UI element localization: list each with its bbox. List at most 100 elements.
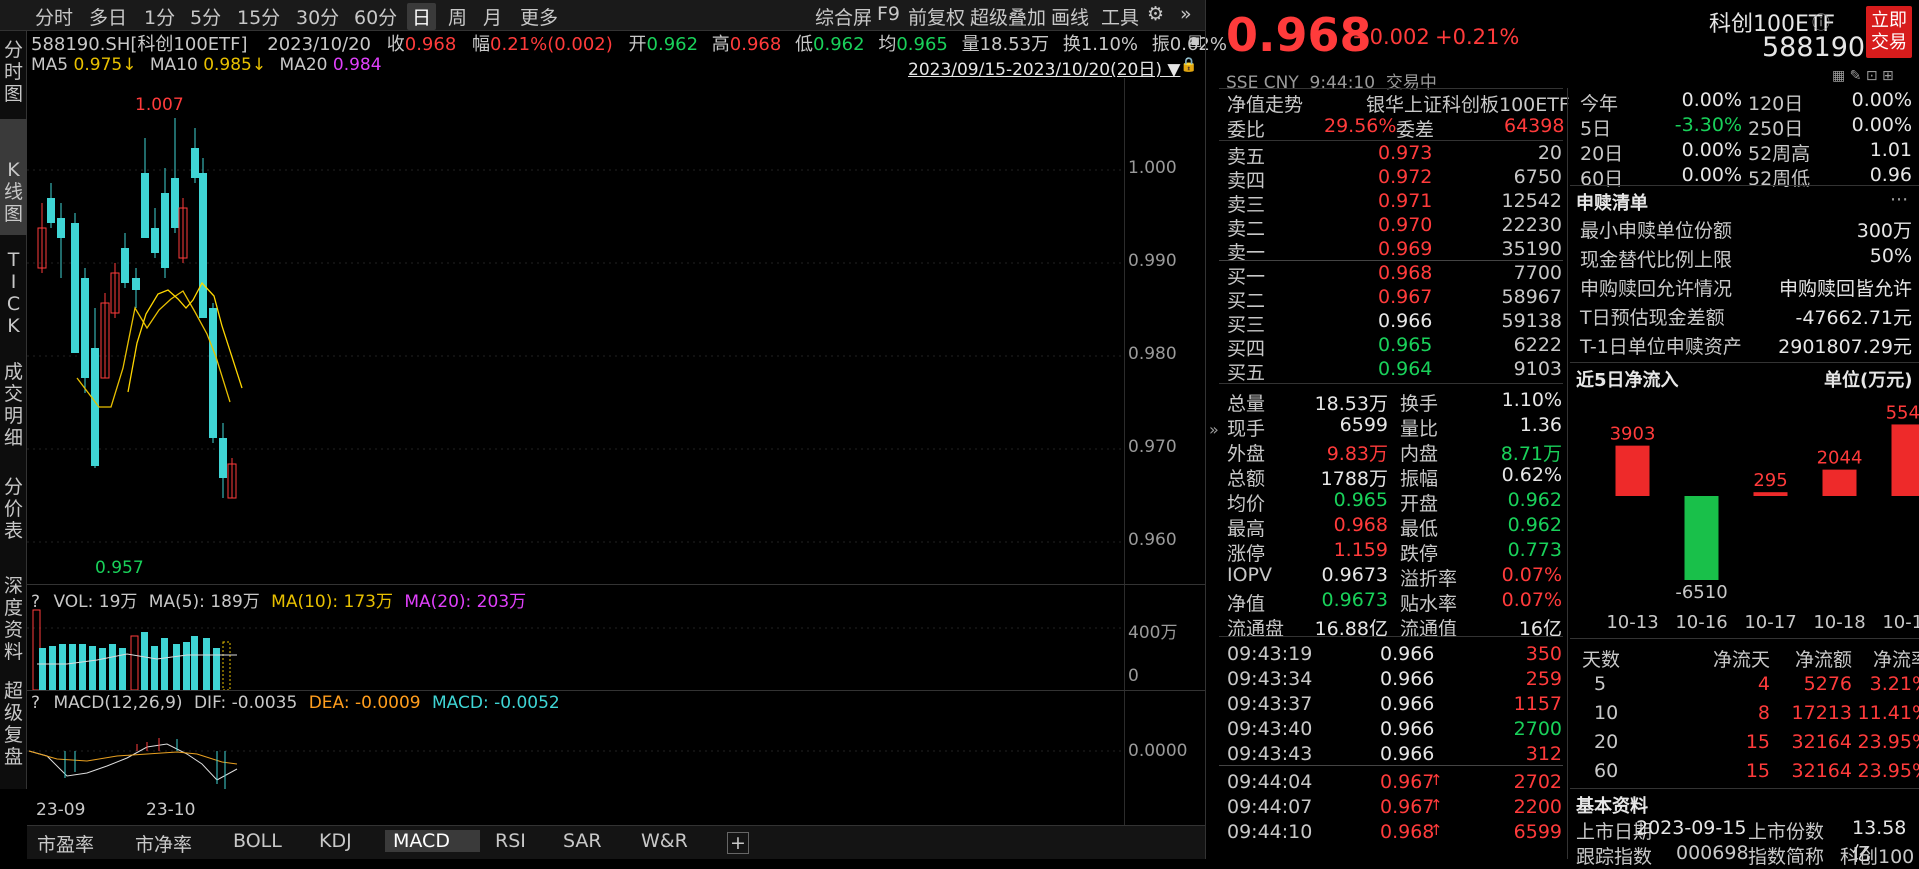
- index-short-label: 指数简称: [1748, 842, 1824, 869]
- perf-label: 今年: [1580, 89, 1618, 116]
- volume-bar: [213, 648, 220, 690]
- perf-label: 52周低: [1748, 164, 1810, 191]
- panel-icon[interactable]: ▣: [1188, 31, 1202, 49]
- stat-label: 总量: [1227, 389, 1265, 416]
- indicator-tab-rsi[interactable]: RSI: [495, 830, 526, 852]
- stat-label: IOPV: [1227, 564, 1272, 586]
- indicator-tab-boll[interactable]: BOLL: [233, 830, 282, 852]
- lock-icon[interactable]: 🔒: [1180, 57, 1197, 73]
- side-tab-fenshi[interactable]: 分时图: [0, 37, 27, 107]
- netflow-date-label: 10-16: [1675, 612, 1727, 633]
- redeem-value: 300万: [1760, 216, 1912, 243]
- period-tab-fenshi[interactable]: 分时: [35, 3, 73, 30]
- tick-volume: 312: [1490, 743, 1562, 765]
- nav-trend-label[interactable]: 净值走势: [1227, 90, 1303, 117]
- indicator-tab-sar[interactable]: SAR: [563, 830, 602, 852]
- divider: [1570, 185, 1919, 186]
- stat-value: 0.9673: [1300, 564, 1388, 586]
- help-icon[interactable]: ?: [31, 693, 40, 713]
- period-tab-duori[interactable]: 多日: [89, 3, 127, 30]
- double-chevron-right-icon[interactable]: »: [1180, 3, 1192, 25]
- security-code-large: 588190: [1762, 32, 1865, 63]
- period-tab-60min[interactable]: 60分: [354, 3, 397, 30]
- vol-tick: 0: [1128, 666, 1139, 686]
- stat-label: 净值: [1227, 589, 1265, 616]
- adjust-button[interactable]: 前复权: [908, 3, 965, 30]
- perf-label: 20日: [1580, 139, 1623, 166]
- candle-body: [199, 173, 207, 318]
- period-tab-day[interactable]: 日: [407, 3, 436, 30]
- indicator-tab-pb[interactable]: 市净率: [135, 830, 192, 857]
- netflow-cell: 17213: [1772, 702, 1852, 724]
- indicator-tab-macd[interactable]: MACD: [385, 830, 480, 852]
- period-tab-month[interactable]: 月: [483, 3, 502, 30]
- indicator-tab-kdj[interactable]: KDJ: [319, 830, 352, 852]
- netflow-col-header: 天数: [1582, 645, 1620, 672]
- netflow-cell: 23.95%: [1850, 760, 1919, 782]
- ask-price: 0.970: [1378, 214, 1432, 236]
- redeem-value: 2901807.29元: [1760, 332, 1912, 359]
- perf-value: 0.00%: [1640, 89, 1742, 111]
- trade-now-button[interactable]: 立即交易: [1866, 6, 1912, 58]
- pane-divider: [1205, 0, 1206, 859]
- period-tab-more[interactable]: 更多: [520, 3, 558, 30]
- composite-screen-button[interactable]: 综合屏: [815, 3, 872, 30]
- side-tab-price-dist[interactable]: 分价表: [0, 436, 27, 516]
- tick-price: 0.968: [1380, 821, 1434, 843]
- volume-bar: [39, 648, 46, 690]
- volume-bar: [59, 644, 66, 690]
- tools-button[interactable]: 工具: [1101, 3, 1139, 30]
- stat-label: 最高: [1227, 514, 1265, 541]
- period-tab-week[interactable]: 周: [448, 3, 467, 30]
- candle-body: [57, 218, 65, 238]
- gear-icon[interactable]: ⚙: [1147, 3, 1164, 25]
- volume-bar: [141, 632, 148, 690]
- volume-bar: [131, 636, 138, 690]
- candle-body: [47, 198, 55, 223]
- left-view-tabs: 分时图 K线图 TICK 成交明细 分价表 深度资料 超级复盘: [0, 31, 27, 789]
- side-tab-trades[interactable]: 成交明细: [0, 331, 27, 431]
- side-tab-depth[interactable]: 深度资料: [0, 541, 27, 641]
- redeem-title: 申赎清单: [1576, 189, 1648, 215]
- perf-value: 0.00%: [1640, 139, 1742, 161]
- add-indicator-icon[interactable]: +: [727, 832, 749, 854]
- volume-bar: [109, 644, 116, 690]
- ask-level-label: 卖四: [1227, 166, 1265, 193]
- price-tick: 0.990: [1128, 251, 1177, 271]
- period-tab-1min[interactable]: 1分: [144, 3, 175, 30]
- side-tab-tick[interactable]: TICK: [0, 215, 27, 307]
- tick-time: 09:44:04: [1227, 771, 1312, 793]
- ask-level-label: 卖二: [1227, 214, 1265, 241]
- netflow-chart: 390310-13-651010-1629510-17204410-185545…: [1570, 390, 1919, 635]
- divider: [1219, 260, 1563, 261]
- bid-volume: 59138: [1480, 310, 1562, 332]
- stat-label: 总额: [1227, 464, 1265, 491]
- netflow-title: 近5日净流入: [1576, 366, 1679, 392]
- tick-time: 09:43:37: [1227, 693, 1312, 715]
- stat-value: 0.07%: [1480, 564, 1562, 586]
- stat-value: 1.159: [1300, 539, 1388, 561]
- indicator-tab-pe[interactable]: 市盈率: [37, 830, 94, 857]
- index-short-value: 科创100: [1840, 842, 1914, 869]
- draw-line-button[interactable]: 画线: [1051, 3, 1089, 30]
- indicator-tab-wr[interactable]: W&R: [641, 830, 688, 852]
- date-range-selector[interactable]: 2023/09/15-2023/10/20(20日) ▼: [908, 55, 1180, 80]
- panel-tool-icons[interactable]: ▦ ✎ ⊡ ⊞: [1832, 68, 1894, 84]
- netflow-date-label: 10-19: [1882, 612, 1919, 633]
- candle-body: [191, 148, 199, 178]
- stat-value: 1788万: [1300, 464, 1388, 491]
- netflow-cell: 15: [1690, 760, 1770, 782]
- listing-shares-label: 上市份数: [1748, 817, 1824, 844]
- redeem-more-button[interactable]: ···: [1890, 189, 1908, 211]
- overlay-button[interactable]: 超级叠加: [970, 3, 1046, 30]
- tick-price: 0.967: [1380, 796, 1434, 818]
- side-tab-replay[interactable]: 超级复盘: [0, 656, 27, 766]
- stat-value: 0.965: [1300, 489, 1388, 511]
- netflow-cell: 5276: [1772, 673, 1852, 695]
- period-tab-30min[interactable]: 30分: [296, 3, 339, 30]
- f9-button[interactable]: F9: [877, 3, 900, 25]
- period-tab-5min[interactable]: 5分: [190, 3, 221, 30]
- expand-chevron-icon[interactable]: »: [1209, 420, 1219, 439]
- tick-volume: 2700: [1490, 718, 1562, 740]
- period-tab-15min[interactable]: 15分: [237, 3, 280, 30]
